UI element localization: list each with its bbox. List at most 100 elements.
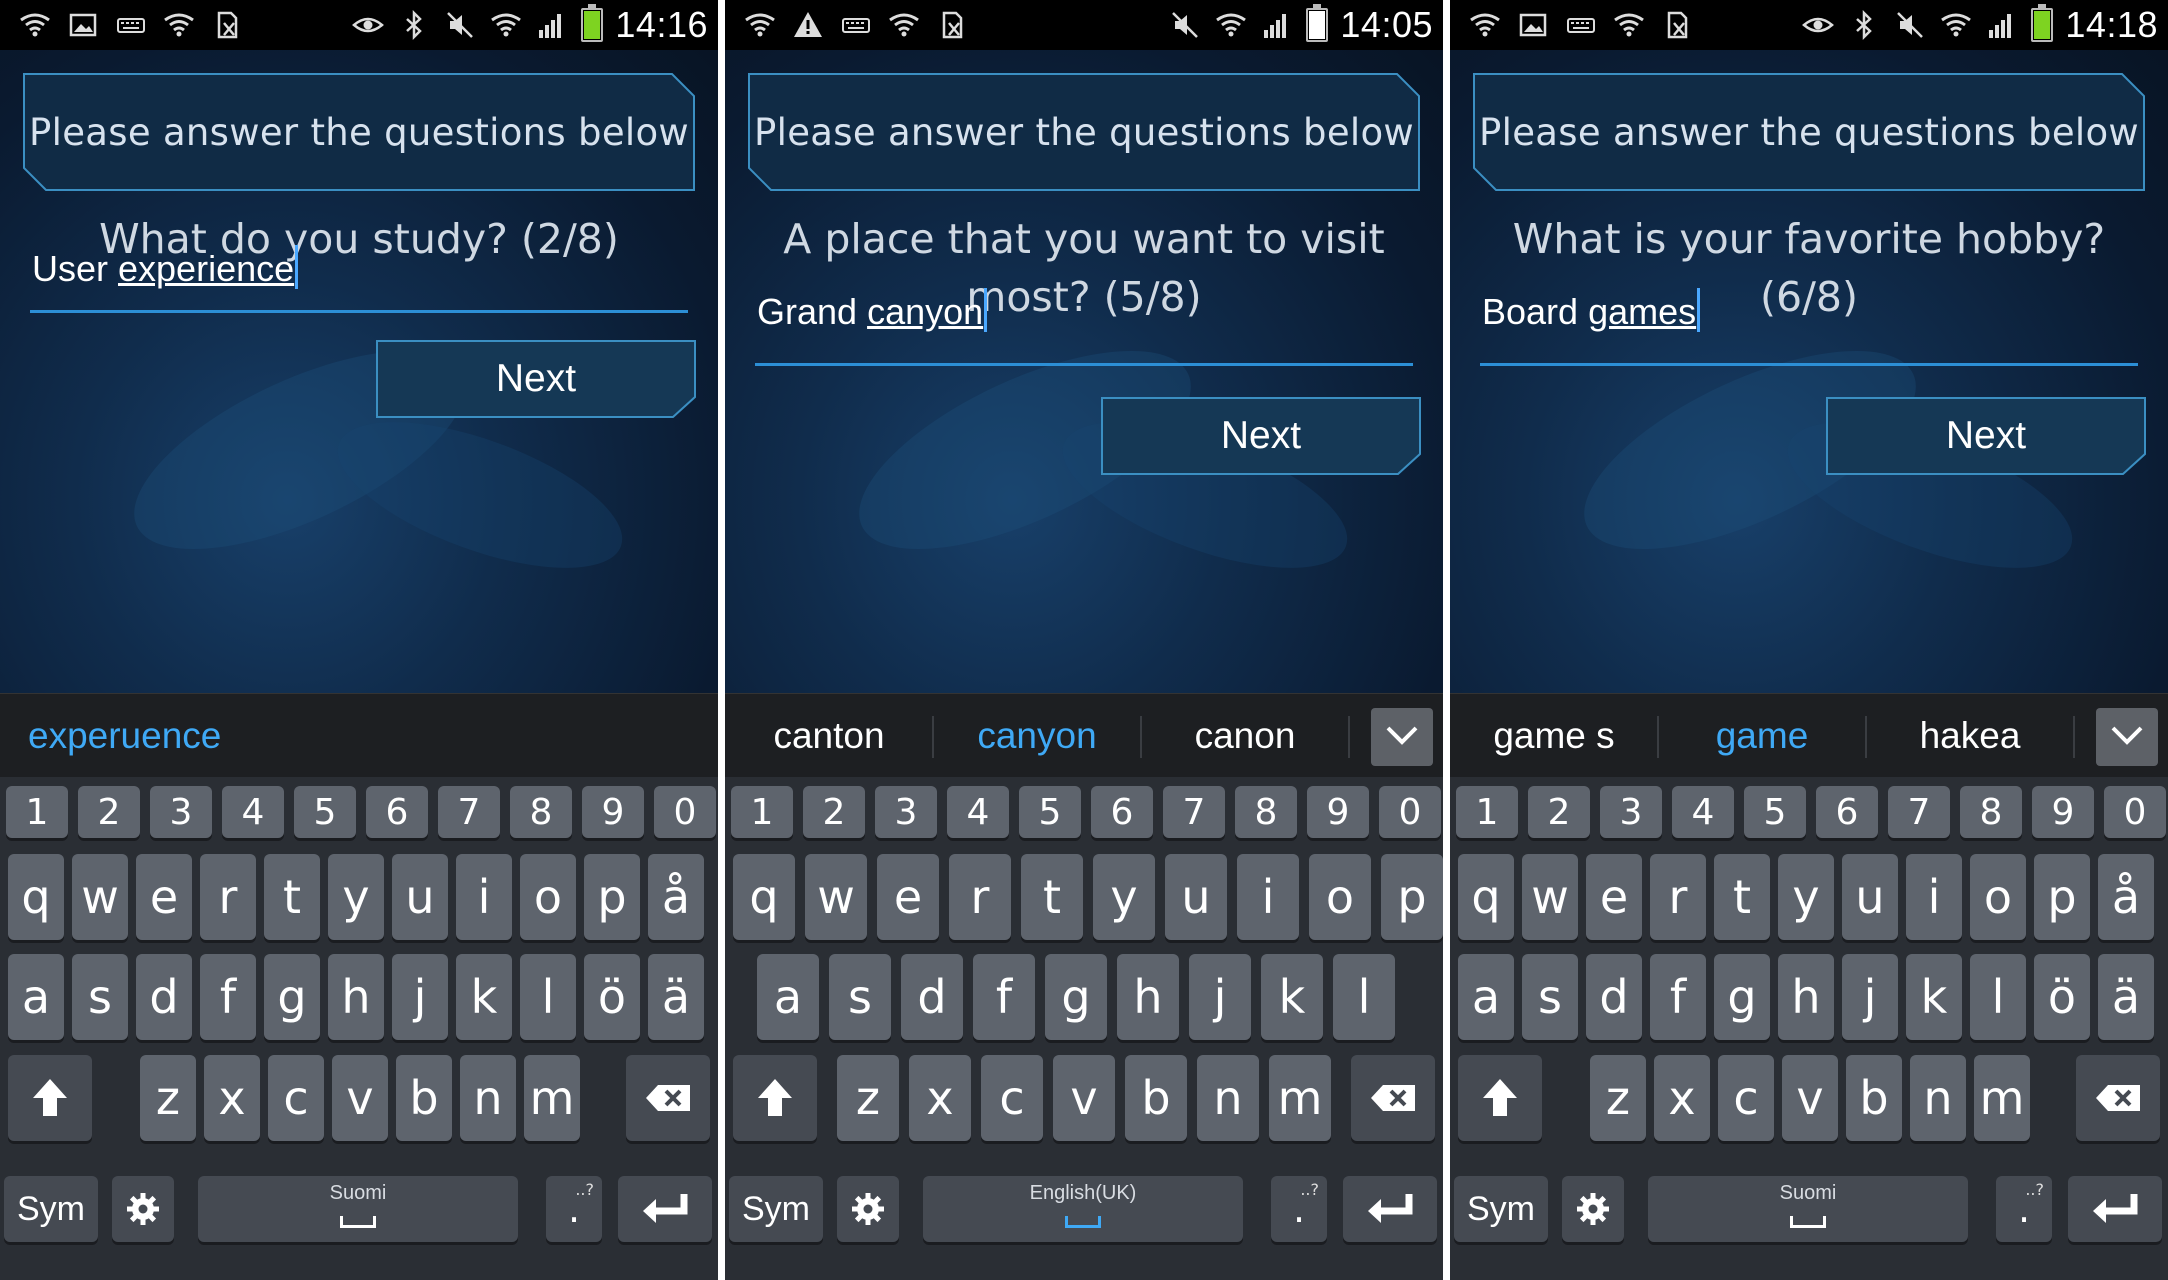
- key-m[interactable]: m: [524, 1055, 580, 1141]
- key-j[interactable]: j: [392, 954, 448, 1040]
- key-p[interactable]: p: [2034, 854, 2090, 940]
- key-w[interactable]: w: [805, 854, 867, 940]
- key-q[interactable]: q: [8, 854, 64, 940]
- key-8[interactable]: 8: [1960, 786, 2022, 838]
- key-b[interactable]: b: [396, 1055, 452, 1141]
- key-a[interactable]: a: [8, 954, 64, 1040]
- key-h[interactable]: h: [1117, 954, 1179, 1040]
- key-k[interactable]: k: [1261, 954, 1323, 1040]
- key-7[interactable]: 7: [1888, 786, 1950, 838]
- key-9[interactable]: 9: [1307, 786, 1369, 838]
- sym-key[interactable]: Sym: [1454, 1176, 1548, 1242]
- key-k[interactable]: k: [1906, 954, 1962, 1040]
- punctuation-key[interactable]: ...?: [1271, 1176, 1327, 1242]
- key-u[interactable]: u: [392, 854, 448, 940]
- key-6[interactable]: 6: [1091, 786, 1153, 838]
- key-s[interactable]: s: [72, 954, 128, 1040]
- key-l[interactable]: l: [520, 954, 576, 1040]
- key-a[interactable]: a: [1458, 954, 1514, 1040]
- key-e[interactable]: e: [136, 854, 192, 940]
- key-8[interactable]: 8: [1235, 786, 1297, 838]
- punctuation-key[interactable]: ...?: [1996, 1176, 2052, 1242]
- answer-input[interactable]: User experience: [32, 245, 299, 290]
- key-j[interactable]: j: [1189, 954, 1251, 1040]
- key-k[interactable]: k: [456, 954, 512, 1040]
- punctuation-key[interactable]: ...?: [546, 1176, 602, 1242]
- key-0[interactable]: 0: [2104, 786, 2166, 838]
- key-u[interactable]: u: [1842, 854, 1898, 940]
- key-u[interactable]: u: [1165, 854, 1227, 940]
- key-2[interactable]: 2: [78, 786, 140, 838]
- key-6[interactable]: 6: [1816, 786, 1878, 838]
- key-c[interactable]: c: [981, 1055, 1043, 1141]
- key-4[interactable]: 4: [1672, 786, 1734, 838]
- key-o[interactable]: o: [520, 854, 576, 940]
- key-5[interactable]: 5: [1744, 786, 1806, 838]
- key-å[interactable]: å: [2098, 854, 2154, 940]
- enter-key[interactable]: [618, 1176, 712, 1242]
- key-f[interactable]: f: [200, 954, 256, 1040]
- key-p[interactable]: p: [1381, 854, 1443, 940]
- key-s[interactable]: s: [1522, 954, 1578, 1040]
- suggestion-item[interactable]: canyon: [933, 694, 1141, 778]
- key-q[interactable]: q: [733, 854, 795, 940]
- key-2[interactable]: 2: [803, 786, 865, 838]
- space-key[interactable]: Suomi: [198, 1176, 518, 1242]
- settings-key[interactable]: [1562, 1176, 1624, 1242]
- key-y[interactable]: y: [328, 854, 384, 940]
- key-0[interactable]: 0: [1379, 786, 1441, 838]
- key-r[interactable]: r: [949, 854, 1011, 940]
- space-key[interactable]: English(UK): [923, 1176, 1243, 1242]
- expand-suggestions-button[interactable]: [2096, 708, 2158, 766]
- key-ä[interactable]: ä: [2098, 954, 2154, 1040]
- key-5[interactable]: 5: [294, 786, 356, 838]
- key-6[interactable]: 6: [366, 786, 428, 838]
- key-7[interactable]: 7: [438, 786, 500, 838]
- key-3[interactable]: 3: [150, 786, 212, 838]
- key-x[interactable]: x: [1654, 1055, 1710, 1141]
- key-t[interactable]: t: [264, 854, 320, 940]
- key-g[interactable]: g: [1045, 954, 1107, 1040]
- key-c[interactable]: c: [268, 1055, 324, 1141]
- key-z[interactable]: z: [140, 1055, 196, 1141]
- key-l[interactable]: l: [1333, 954, 1395, 1040]
- sym-key[interactable]: Sym: [4, 1176, 98, 1242]
- key-q[interactable]: q: [1458, 854, 1514, 940]
- backspace-key[interactable]: [626, 1055, 710, 1141]
- next-button[interactable]: Next: [1100, 396, 1422, 476]
- answer-input[interactable]: Board games: [1482, 288, 1701, 333]
- key-p[interactable]: p: [584, 854, 640, 940]
- enter-key[interactable]: [1343, 1176, 1437, 1242]
- key-4[interactable]: 4: [947, 786, 1009, 838]
- key-o[interactable]: o: [1309, 854, 1371, 940]
- key-n[interactable]: n: [1197, 1055, 1259, 1141]
- answer-input[interactable]: Grand canyon: [757, 288, 988, 333]
- key-1[interactable]: 1: [731, 786, 793, 838]
- suggestion-item[interactable]: canon: [1141, 694, 1349, 778]
- sym-key[interactable]: Sym: [729, 1176, 823, 1242]
- key-3[interactable]: 3: [1600, 786, 1662, 838]
- key-s[interactable]: s: [829, 954, 891, 1040]
- key-v[interactable]: v: [1053, 1055, 1115, 1141]
- suggestion-item[interactable]: experuence: [28, 694, 221, 778]
- key-3[interactable]: 3: [875, 786, 937, 838]
- suggestion-item[interactable]: game s: [1450, 694, 1658, 778]
- key-t[interactable]: t: [1021, 854, 1083, 940]
- key-b[interactable]: b: [1846, 1055, 1902, 1141]
- key-i[interactable]: i: [456, 854, 512, 940]
- key-v[interactable]: v: [1782, 1055, 1838, 1141]
- suggestion-item[interactable]: game: [1658, 694, 1866, 778]
- suggestion-item[interactable]: hakea: [1866, 694, 2074, 778]
- key-z[interactable]: z: [1590, 1055, 1646, 1141]
- key-t[interactable]: t: [1714, 854, 1770, 940]
- key-j[interactable]: j: [1842, 954, 1898, 1040]
- key-ä[interactable]: ä: [648, 954, 704, 1040]
- key-2[interactable]: 2: [1528, 786, 1590, 838]
- key-z[interactable]: z: [837, 1055, 899, 1141]
- key-d[interactable]: d: [901, 954, 963, 1040]
- key-y[interactable]: y: [1778, 854, 1834, 940]
- key-e[interactable]: e: [1586, 854, 1642, 940]
- key-f[interactable]: f: [1650, 954, 1706, 1040]
- backspace-key[interactable]: [1351, 1055, 1435, 1141]
- key-x[interactable]: x: [204, 1055, 260, 1141]
